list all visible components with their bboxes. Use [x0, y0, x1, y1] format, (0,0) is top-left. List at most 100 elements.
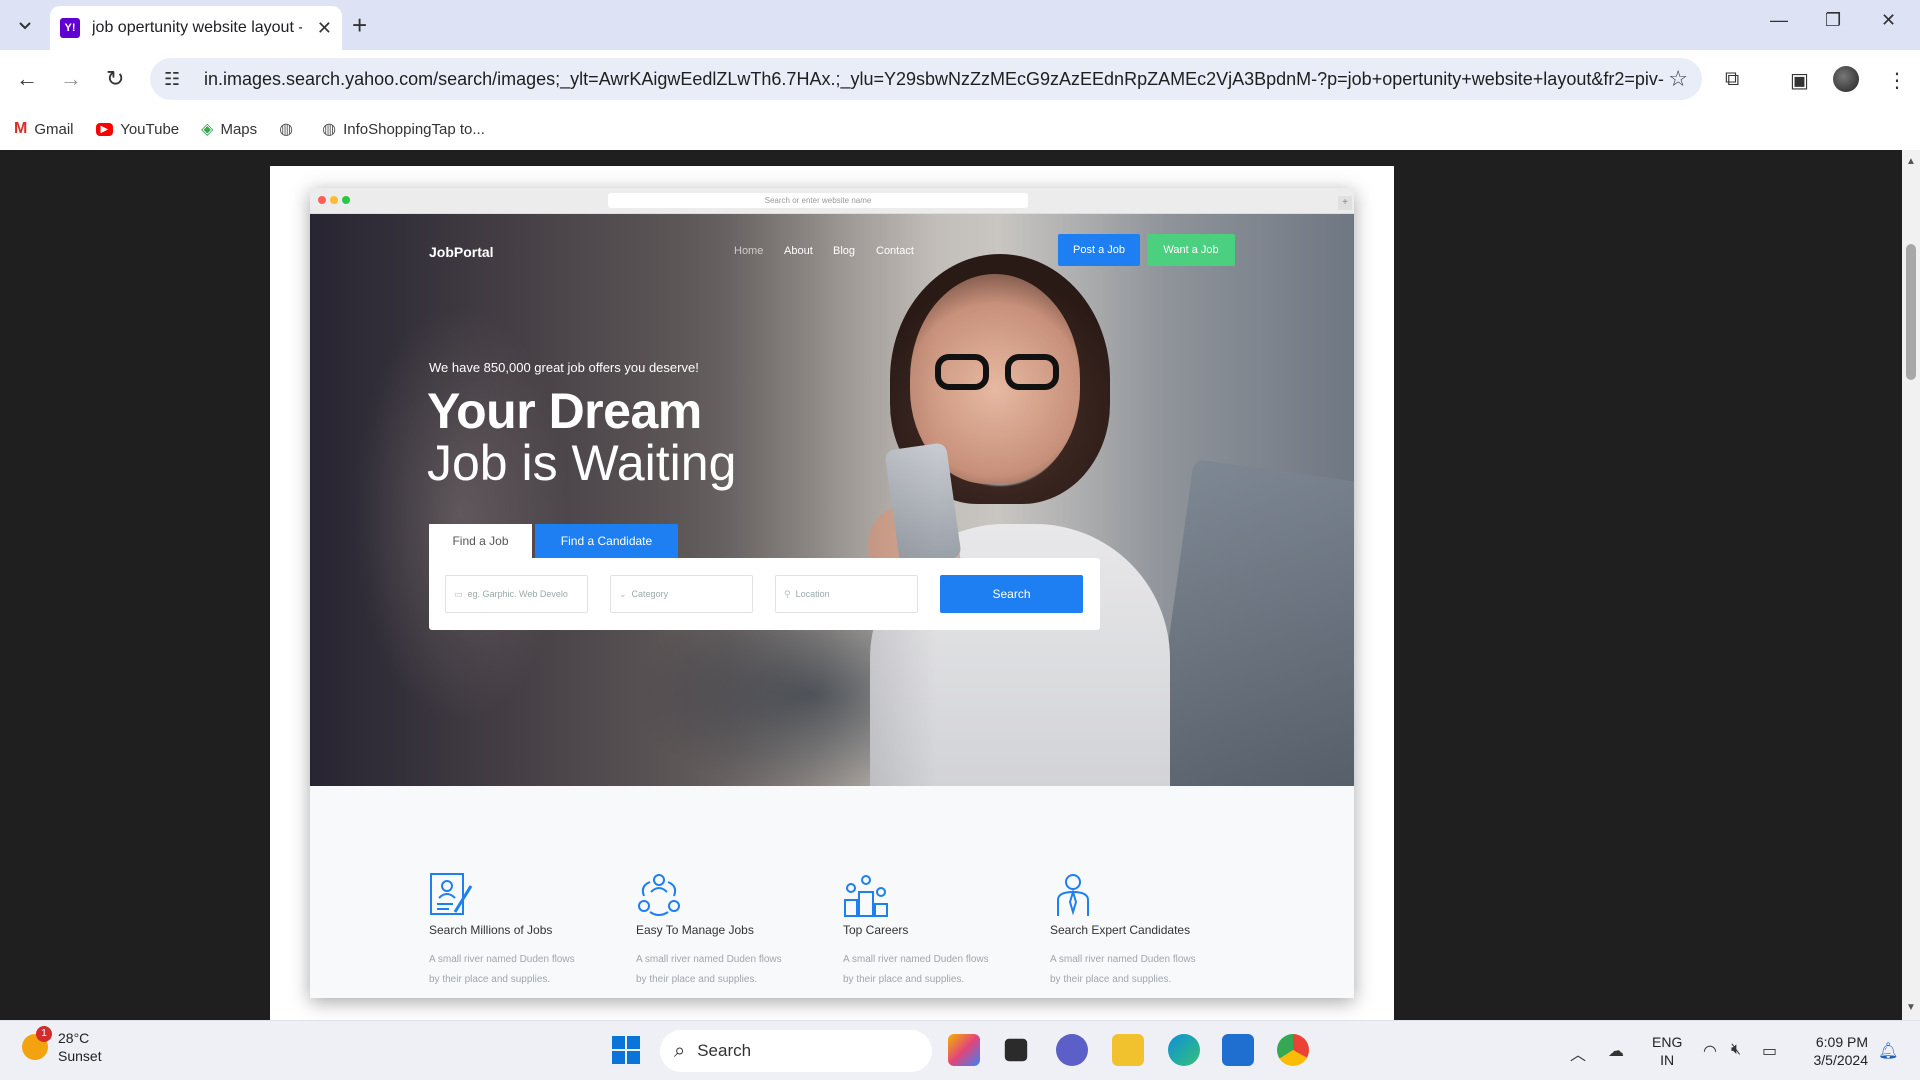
copilot-icon[interactable] [948, 1034, 980, 1066]
image-preview[interactable]: Search or enter website name + JobPortal… [270, 166, 1394, 1020]
bookmark-label: YouTube [120, 120, 180, 138]
window-close-icon[interactable]: ✕ [1881, 10, 1896, 31]
bookmark-infoshopping[interactable]: ◍ InfoShoppingTap to... [322, 119, 485, 139]
page-scrollbar[interactable]: ▲ ▼ [1902, 150, 1920, 1020]
site-info-icon[interactable]: ☷ [164, 69, 192, 90]
yahoo-favicon-icon: Y! [60, 18, 80, 38]
mock-new-tab-icon: + [1338, 196, 1352, 210]
hero-overlay [310, 214, 1354, 786]
want-job-button[interactable]: Want a Job [1147, 234, 1235, 266]
chevron-down-icon: ⌄ [619, 588, 627, 599]
onedrive-icon[interactable]: ☁ [1608, 1041, 1624, 1061]
search-button[interactable]: Search [940, 575, 1083, 613]
edge-icon[interactable] [1168, 1034, 1200, 1066]
store-icon[interactable] [1222, 1034, 1254, 1066]
active-tab[interactable]: Y! job opertunity website layout - ✕ [50, 6, 342, 50]
hero-section: JobPortal Home About Blog Contact Post a… [310, 214, 1354, 786]
notification-bell-icon[interactable]: 🔔︎ [1878, 1041, 1898, 1061]
gmail-icon: M [14, 120, 28, 137]
job-search-form: ▭ eg. Garphic. Web Develo ⌄ Category ⚲ L… [429, 558, 1100, 630]
menu-kebab-icon[interactable]: ⋮ [1887, 68, 1907, 93]
clock-date: 3/5/2024 [1813, 1052, 1869, 1068]
feature-item: Easy To Manage Jobs A small river named … [636, 872, 826, 990]
feature-desc-line: by their place and supplies. [636, 974, 758, 985]
forward-icon[interactable]: → [60, 66, 82, 92]
feature-desc-line: A small river named Duden flows [1050, 954, 1196, 965]
bookmark-globe[interactable]: ◍ [279, 119, 300, 139]
extensions-icon[interactable]: ⧉ [1725, 68, 1739, 91]
reload-icon[interactable]: ↻ [106, 66, 124, 92]
chrome-icon[interactable] [1277, 1034, 1309, 1066]
site-logo[interactable]: JobPortal [429, 244, 494, 260]
show-hidden-icons[interactable]: ︿ [1570, 1041, 1586, 1065]
volume-muted-icon[interactable]: 🔇︎ [1731, 1041, 1741, 1059]
location-input[interactable]: ⚲ Location [775, 575, 918, 613]
nav-contact[interactable]: Contact [876, 245, 914, 257]
mock-minimize-dot [330, 196, 338, 204]
post-job-button[interactable]: Post a Job [1058, 234, 1140, 266]
podium-icon [844, 875, 888, 917]
feature-item: Search Millions of Jobs A small river na… [429, 872, 619, 990]
weather-widget[interactable]: 1 28°C Sunset [22, 1026, 102, 1065]
bookmark-gmail[interactable]: M Gmail [14, 120, 74, 138]
team-network-icon [638, 874, 680, 916]
feature-description: A small river named Duden flows by their… [429, 950, 619, 990]
bookmark-youtube[interactable]: ▶ YouTube [95, 120, 180, 138]
feature-title: Easy To Manage Jobs [636, 923, 754, 937]
bookmark-label: Maps [220, 120, 258, 138]
chevron-down-icon [19, 22, 31, 30]
bookmark-star-icon[interactable]: ☆ [1668, 66, 1688, 92]
new-tab-button[interactable]: + [352, 12, 367, 38]
battery-icon[interactable]: ▭ [1762, 1041, 1777, 1061]
maps-icon: ◈ [201, 121, 214, 138]
teams-chat-icon[interactable] [1056, 1034, 1088, 1066]
nav-blog[interactable]: Blog [833, 245, 855, 257]
language-code: ENG [1652, 1034, 1683, 1050]
weather-desc: Sunset [58, 1048, 102, 1064]
bookmark-maps[interactable]: ◈ Maps [201, 119, 257, 139]
scroll-up-icon[interactable]: ▲ [1906, 156, 1916, 167]
system-clock[interactable]: 6:09 PM 3/5/2024 [1800, 1033, 1869, 1069]
feature-description: A small river named Duden flows by their… [636, 950, 826, 990]
mock-browser-bar: Search or enter website name + [310, 188, 1354, 214]
notification-badge: 1 [36, 1026, 52, 1042]
start-button[interactable] [610, 1034, 642, 1066]
restore-icon[interactable]: ❐ [1825, 10, 1841, 31]
tab-search-button[interactable] [10, 12, 40, 38]
mock-zoom-dot [342, 196, 350, 204]
wifi-icon[interactable]: ◠ [1703, 1041, 1717, 1061]
mock-address-bar: Search or enter website name [608, 193, 1028, 208]
mock-close-dot [318, 196, 326, 204]
resume-icon [430, 873, 473, 915]
clock-time: 6:09 PM [1815, 1034, 1868, 1050]
tab-find-candidate[interactable]: Find a Candidate [535, 524, 678, 558]
task-view-icon[interactable] [1004, 1038, 1028, 1062]
taskbar-search[interactable]: ⌕ Search [660, 1030, 932, 1072]
side-panel-icon[interactable]: ▣ [1790, 68, 1809, 93]
feature-desc-line: by their place and supplies. [429, 974, 551, 985]
windows-taskbar: 1 28°C Sunset ⌕ Search ︿ ☁ ENG IN ◠ 🔇︎ ▭… [0, 1020, 1920, 1080]
profile-avatar[interactable] [1833, 66, 1859, 92]
weather-temp: 28°C [58, 1030, 90, 1046]
feature-desc-line: by their place and supplies. [843, 974, 965, 985]
nav-home[interactable]: Home [734, 245, 763, 257]
location-pin-icon: ⚲ [784, 588, 791, 599]
page-viewport: Search or enter website name + JobPortal… [0, 150, 1902, 1020]
feature-item: Search Expert Candidates A small river n… [1050, 872, 1240, 990]
file-explorer-icon[interactable] [1112, 1034, 1144, 1066]
back-icon[interactable]: ← [16, 66, 38, 92]
scrollbar-thumb[interactable] [1906, 244, 1916, 380]
globe-icon: ◍ [322, 121, 337, 138]
nav-about[interactable]: About [784, 245, 813, 257]
minimize-icon[interactable]: — [1770, 10, 1788, 31]
tab-close-icon[interactable]: ✕ [317, 18, 332, 39]
tab-find-job[interactable]: Find a Job [429, 524, 532, 558]
language-indicator[interactable]: ENG IN [1652, 1033, 1682, 1069]
site-navbar: JobPortal Home About Blog Contact Post a… [310, 214, 1354, 290]
address-bar[interactable]: ☷ in.images.search.yahoo.com/search/imag… [150, 58, 1702, 100]
url-text[interactable]: in.images.search.yahoo.com/search/images… [204, 69, 1664, 90]
category-select[interactable]: ⌄ Category [610, 575, 753, 613]
keyword-input[interactable]: ▭ eg. Garphic. Web Develo [445, 575, 588, 613]
scroll-down-icon[interactable]: ▼ [1906, 1002, 1916, 1013]
feature-desc-line: by their place and supplies. [1050, 974, 1172, 985]
